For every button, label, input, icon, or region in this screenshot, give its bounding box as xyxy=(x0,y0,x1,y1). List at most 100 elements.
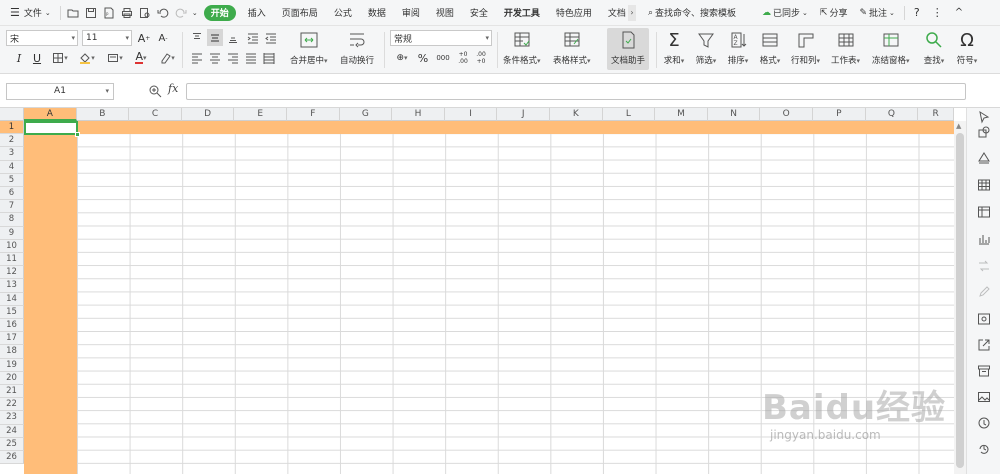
worksheet-button[interactable]: 工作表▾ xyxy=(831,28,860,66)
share-button[interactable]: ⇱ 分享 xyxy=(814,2,854,24)
file-menu[interactable]: ☰ 文件 ⌄ xyxy=(0,2,57,24)
share-export-icon[interactable] xyxy=(977,338,991,352)
picture-icon[interactable] xyxy=(977,390,991,404)
tab-review[interactable]: 审阅 xyxy=(396,2,426,24)
align-left-icon[interactable] xyxy=(189,50,205,66)
active-cell-a1[interactable] xyxy=(24,121,80,137)
font-name-select[interactable]: 宋 ▾ xyxy=(6,30,78,46)
column-header-f[interactable]: F xyxy=(287,108,340,121)
format-button[interactable]: 格式▾ xyxy=(758,28,782,66)
vertical-scrollbar[interactable]: ▲ xyxy=(954,121,966,474)
help-button[interactable]: ? xyxy=(908,2,926,24)
row-header-18[interactable]: 18 xyxy=(0,345,24,359)
tab-document[interactable]: 文档 xyxy=(602,2,628,24)
sync-button[interactable]: ☁ 已同步 ⌄ xyxy=(756,2,814,24)
tab-insert[interactable]: 插入 xyxy=(242,2,272,24)
table-style-button[interactable]: 表格样式▾ xyxy=(553,28,591,66)
freeze-panes-button[interactable]: 冻结窗格▾ xyxy=(872,28,910,66)
column-header-k[interactable]: K xyxy=(550,108,603,121)
column-header-h[interactable]: H xyxy=(392,108,445,121)
clear-format-icon[interactable]: ▾ xyxy=(156,50,178,66)
cursor-select-icon[interactable] xyxy=(977,110,991,124)
indent-icon[interactable] xyxy=(245,30,261,46)
column-header-o[interactable]: O xyxy=(760,108,813,121)
cell-area[interactable] xyxy=(24,121,966,474)
shapes-icon[interactable] xyxy=(977,125,991,139)
tab-developer[interactable]: 开发工具 xyxy=(498,2,546,24)
row-col-button[interactable]: 行和列▾ xyxy=(791,28,820,66)
row-header-20[interactable]: 20 xyxy=(0,371,24,385)
cell-style-icon[interactable]: ▾ xyxy=(104,50,126,66)
filter-button[interactable]: 筛选▾ xyxy=(694,28,718,66)
decrease-font-icon[interactable]: A- xyxy=(156,30,170,46)
tab-formulas[interactable]: 公式 xyxy=(328,2,358,24)
conditional-format-button[interactable]: 条件格式▾ xyxy=(503,28,541,66)
doc-assistant-button[interactable]: 文档助手 xyxy=(607,28,650,70)
row-header-11[interactable]: 11 xyxy=(0,253,24,267)
column-header-p[interactable]: P xyxy=(813,108,866,121)
number-format-select[interactable]: 常规 ▾ xyxy=(390,30,492,46)
scroll-up-icon[interactable]: ▲ xyxy=(956,122,961,130)
column-header-c[interactable]: C xyxy=(129,108,182,121)
column-header-i[interactable]: I xyxy=(444,108,498,121)
column-header-e[interactable]: E xyxy=(234,108,287,121)
row-header-19[interactable]: 19 xyxy=(0,358,24,372)
row-header-2[interactable]: 2 xyxy=(0,134,24,148)
style-icon[interactable] xyxy=(977,151,991,165)
chart-icon[interactable] xyxy=(977,232,991,246)
print-icon[interactable] xyxy=(118,2,136,24)
row-header-9[interactable]: 9 xyxy=(0,226,24,240)
collapse-ribbon-button[interactable]: ^ xyxy=(949,2,969,24)
column-header-l[interactable]: L xyxy=(602,108,656,121)
italic-button[interactable]: I xyxy=(12,50,26,66)
percent-button[interactable]: % xyxy=(416,50,430,66)
archive-icon[interactable] xyxy=(977,364,991,378)
column-header-b[interactable]: B xyxy=(76,108,130,121)
row-header-16[interactable]: 16 xyxy=(0,319,24,333)
row-header-7[interactable]: 7 xyxy=(0,200,24,214)
chevron-down-icon[interactable]: ⌄ xyxy=(190,2,200,24)
more-menu-button[interactable]: ⋮ xyxy=(926,2,949,24)
row-header-14[interactable]: 14 xyxy=(0,292,24,306)
row-header-13[interactable]: 13 xyxy=(0,279,24,293)
font-size-select[interactable]: 11 ▾ xyxy=(82,30,132,46)
formula-input[interactable] xyxy=(186,83,966,100)
find-button[interactable]: 查找▾ xyxy=(922,28,946,66)
row-header-4[interactable]: 4 xyxy=(0,160,24,174)
print-preview-icon[interactable] xyxy=(136,2,154,24)
column-header-a[interactable]: A xyxy=(24,108,77,121)
row-header-6[interactable]: 6 xyxy=(0,187,24,201)
row-header-8[interactable]: 8 xyxy=(0,213,24,227)
wrap-text-button[interactable]: 自动换行 xyxy=(340,28,374,66)
column-header-n[interactable]: N xyxy=(707,108,761,121)
open-folder-icon[interactable] xyxy=(64,2,82,24)
tab-special-apps[interactable]: 特色应用 xyxy=(550,2,598,24)
align-middle-icon[interactable] xyxy=(207,29,223,46)
fx-icon[interactable]: fx xyxy=(168,82,178,95)
location-icon[interactable] xyxy=(977,416,991,430)
tab-security[interactable]: 安全 xyxy=(464,2,494,24)
justify-icon[interactable] xyxy=(243,50,259,66)
row-header-17[interactable]: 17 xyxy=(0,332,24,346)
align-right-icon[interactable] xyxy=(225,50,241,66)
currency-icon[interactable]: ⊕ ▾ xyxy=(392,50,412,66)
row-header-15[interactable]: 15 xyxy=(0,305,24,319)
history-icon[interactable] xyxy=(977,442,991,456)
tab-page-layout[interactable]: 页面布局 xyxy=(276,2,324,24)
tab-data[interactable]: 数据 xyxy=(362,2,392,24)
row-header-3[interactable]: 3 xyxy=(0,147,24,161)
column-header-j[interactable]: J xyxy=(497,108,550,121)
row-header-21[interactable]: 21 xyxy=(0,385,24,399)
row-header-24[interactable]: 24 xyxy=(0,424,24,438)
row-header-1[interactable]: 1 xyxy=(0,121,24,135)
zoom-icon[interactable] xyxy=(148,84,162,98)
tab-home[interactable]: 开始 xyxy=(203,4,236,21)
export-pdf-icon[interactable]: P xyxy=(100,2,118,24)
merge-center-button[interactable]: 合并居中▾ xyxy=(290,28,328,66)
column-header-d[interactable]: D xyxy=(181,108,235,121)
image-tool-icon[interactable] xyxy=(977,312,991,326)
column-header-r[interactable]: R xyxy=(918,108,954,121)
row-header-25[interactable]: 25 xyxy=(0,437,24,451)
row-header-22[interactable]: 22 xyxy=(0,398,24,412)
comment-button[interactable]: ✎ 批注 ⌄ xyxy=(853,2,900,24)
